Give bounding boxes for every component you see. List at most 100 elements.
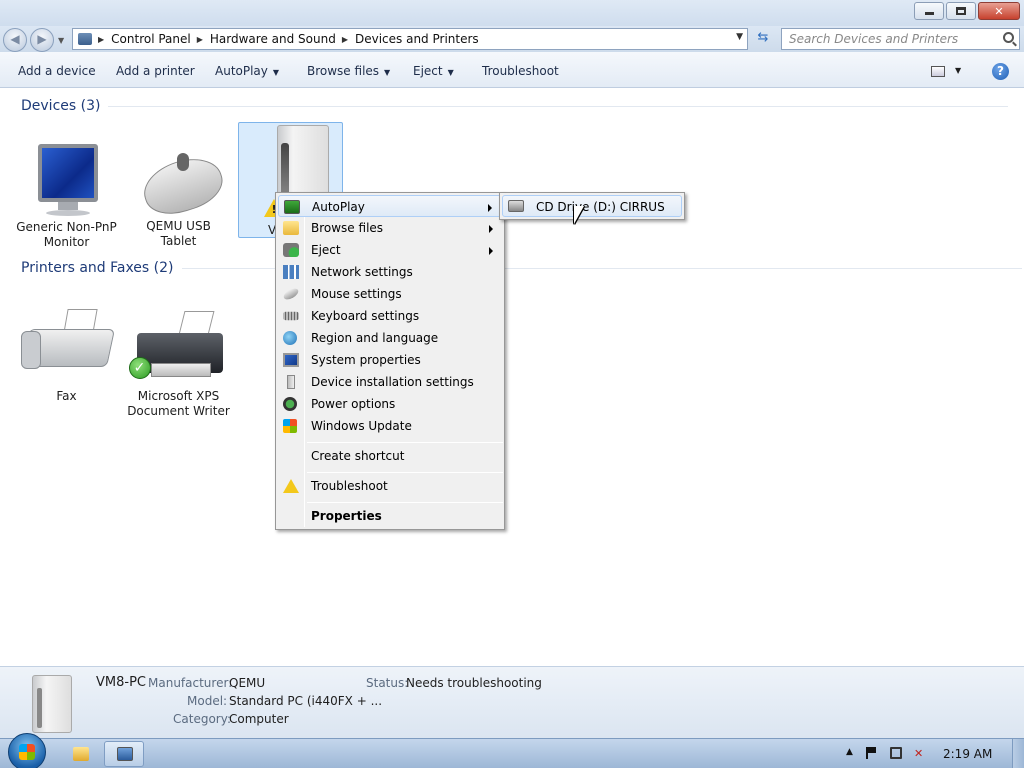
menu-separator bbox=[307, 442, 503, 443]
breadcrumb-hardware-and-sound[interactable]: Hardware and Sound bbox=[210, 32, 336, 46]
computer-icon bbox=[32, 675, 72, 733]
network-status-icon[interactable] bbox=[890, 747, 902, 759]
menu-item-power-options[interactable]: Power options bbox=[278, 393, 502, 415]
devices-and-printers-icon bbox=[117, 747, 133, 761]
taskbar-explorer-button[interactable] bbox=[60, 741, 100, 767]
default-printer-check-icon: ✓ bbox=[128, 357, 151, 379]
close-button[interactable]: ✕ bbox=[978, 2, 1020, 20]
recent-pages-dropdown-icon[interactable]: ▼ bbox=[58, 36, 64, 45]
maximize-button[interactable] bbox=[946, 2, 976, 20]
menu-item-eject[interactable]: Eject bbox=[278, 239, 502, 261]
command-bar: Add a device Add a printer AutoPlay ▼ Bro… bbox=[0, 52, 1024, 88]
menu-item-mouse-settings[interactable]: Mouse settings bbox=[278, 283, 502, 305]
submenu-arrow-icon bbox=[489, 247, 493, 255]
troubleshoot-button[interactable]: Troubleshoot bbox=[482, 64, 559, 78]
taskbar-devices-and-printers-button[interactable] bbox=[104, 741, 144, 767]
printers-group-title: Printers and Faxes (2) bbox=[21, 260, 174, 276]
add-printer-button[interactable]: Add a printer bbox=[116, 64, 195, 78]
submenu-item-cd-drive[interactable]: CD Drive (D:) CIRRUS bbox=[502, 195, 682, 217]
address-dropdown-icon[interactable]: ▼ bbox=[736, 32, 743, 42]
start-button[interactable] bbox=[8, 733, 46, 768]
power-icon bbox=[283, 397, 297, 411]
restore-icon bbox=[956, 7, 966, 15]
close-icon: ✕ bbox=[994, 4, 1004, 18]
menu-item-label: Create shortcut bbox=[311, 449, 405, 463]
menu-separator bbox=[307, 502, 503, 503]
forward-arrow-icon: ▶ bbox=[37, 32, 47, 46]
autoplay-button[interactable]: AutoPlay ▼ bbox=[215, 64, 279, 78]
breadcrumb-chevron-icon[interactable]: ▶ bbox=[342, 35, 348, 44]
show-hidden-icons-icon[interactable]: ▲ bbox=[846, 747, 858, 759]
minimize-icon bbox=[924, 12, 934, 15]
printer-microsoft-xps[interactable]: ✓ Microsoft XPS Document Writer bbox=[126, 309, 231, 419]
details-manufacturer-label: Manufacturer: bbox=[148, 676, 233, 690]
show-desktop-button[interactable] bbox=[1012, 739, 1024, 768]
folder-icon bbox=[283, 221, 299, 235]
breadcrumb-devices-and-printers[interactable]: Devices and Printers bbox=[355, 32, 479, 46]
devices-group-header[interactable]: Devices (3) bbox=[21, 98, 1009, 114]
breadcrumb-chevron-icon[interactable]: ▶ bbox=[197, 35, 203, 44]
mouse-pointer-icon bbox=[574, 206, 584, 224]
menu-item-properties[interactable]: Properties bbox=[278, 505, 502, 527]
forward-button[interactable]: ▶ bbox=[30, 28, 54, 52]
add-device-button[interactable]: Add a device bbox=[18, 64, 96, 78]
taskbar-clock[interactable]: 2:19 AM bbox=[943, 747, 992, 761]
eject-button[interactable]: Eject ▼ bbox=[413, 64, 454, 78]
globe-icon bbox=[283, 331, 297, 345]
chevron-down-icon: ▼ bbox=[447, 68, 454, 77]
cd-drive-icon bbox=[508, 200, 524, 212]
volume-muted-icon[interactable]: ✕ bbox=[914, 747, 926, 760]
menu-item-windows-update[interactable]: Windows Update bbox=[278, 415, 502, 437]
menu-separator bbox=[307, 472, 503, 473]
browse-files-button[interactable]: Browse files ▼ bbox=[307, 64, 390, 78]
action-center-flag-icon[interactable] bbox=[866, 747, 876, 759]
search-icon[interactable] bbox=[1003, 32, 1014, 43]
context-menu: AutoPlay Browse files Eject Network sett… bbox=[275, 192, 505, 530]
chevron-down-icon: ▼ bbox=[384, 68, 391, 77]
printer-icon: ✓ bbox=[128, 309, 227, 389]
menu-item-label: Network settings bbox=[311, 265, 413, 279]
breadcrumb-chevron-icon[interactable]: ▶ bbox=[98, 35, 104, 44]
menu-item-keyboard-settings[interactable]: Keyboard settings bbox=[278, 305, 502, 327]
minimize-button[interactable] bbox=[914, 2, 944, 20]
submenu-arrow-icon bbox=[489, 225, 493, 233]
device-qemu-usb-tablet[interactable]: QEMU USB Tablet bbox=[126, 147, 231, 249]
refresh-button[interactable]: ⇆ bbox=[752, 30, 774, 48]
address-box[interactable]: ▶ Control Panel ▶ Hardware and Sound ▶ D… bbox=[72, 28, 748, 50]
details-model-label: Model: bbox=[187, 694, 228, 708]
printers-group-header[interactable]: Printers and Faxes (2) bbox=[21, 260, 1022, 276]
menu-item-troubleshoot[interactable]: Troubleshoot bbox=[278, 475, 502, 497]
menu-item-label: Eject bbox=[311, 243, 341, 257]
mouse-icon bbox=[136, 147, 229, 223]
help-icon[interactable]: ? bbox=[992, 63, 1009, 80]
printer-label-line1: Microsoft XPS bbox=[137, 389, 220, 403]
menu-item-network-settings[interactable]: Network settings bbox=[278, 261, 502, 283]
menu-item-label: Windows Update bbox=[311, 419, 412, 433]
view-options-chevron-icon[interactable]: ▼ bbox=[955, 66, 961, 75]
details-category-value: Computer bbox=[229, 712, 289, 726]
details-pane: VM8-PC Manufacturer: QEMU Model: Standar… bbox=[0, 666, 1024, 738]
menu-item-device-installation-settings[interactable]: Device installation settings bbox=[278, 371, 502, 393]
menu-item-label: Device installation settings bbox=[311, 375, 474, 389]
windows-update-icon bbox=[283, 419, 297, 433]
menu-item-browse-files[interactable]: Browse files bbox=[278, 217, 502, 239]
menu-item-create-shortcut[interactable]: Create shortcut bbox=[278, 445, 502, 467]
autoplay-icon bbox=[284, 200, 300, 214]
change-view-icon[interactable] bbox=[931, 66, 945, 77]
breadcrumb-control-panel[interactable]: Control Panel bbox=[111, 32, 191, 46]
device-label-line2: Tablet bbox=[160, 234, 197, 248]
menu-item-label: System properties bbox=[311, 353, 421, 367]
menu-item-region-and-language[interactable]: Region and language bbox=[278, 327, 502, 349]
eject-label: Eject bbox=[413, 64, 443, 78]
menu-item-autoplay[interactable]: AutoPlay bbox=[278, 195, 502, 217]
device-generic-monitor[interactable]: Generic Non-PnP Monitor bbox=[14, 144, 119, 250]
search-input[interactable] bbox=[782, 29, 992, 49]
printer-fax[interactable]: Fax bbox=[14, 309, 119, 404]
computer-icon bbox=[287, 375, 295, 389]
back-button[interactable]: ◀ bbox=[3, 28, 27, 52]
fax-icon bbox=[20, 309, 115, 389]
menu-item-label: Region and language bbox=[311, 331, 439, 345]
devices-content-area: Devices (3) Generic Non-PnP Monitor QEMU… bbox=[0, 89, 1024, 666]
folder-icon bbox=[73, 747, 89, 761]
menu-item-system-properties[interactable]: System properties bbox=[278, 349, 502, 371]
